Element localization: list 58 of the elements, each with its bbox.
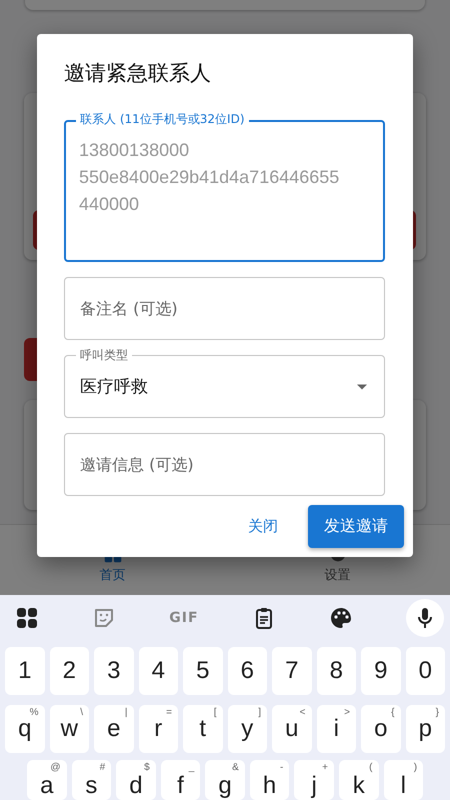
key-hint: \ [80,707,83,719]
key-hint: = [166,707,172,719]
keyboard-key[interactable]: j + [294,760,334,800]
microphone-button[interactable] [406,599,444,637]
keyboard-key[interactable]: 3 [94,647,134,695]
keyboard-key[interactable]: 7 [272,647,312,695]
keyboard-key[interactable]: t [ [183,705,222,753]
input-field[interactable]: 邀请信息 (可选) [64,433,385,496]
key-hint: & [232,762,239,774]
keyboard-key[interactable]: d $ [116,760,156,800]
key-hint: | [124,707,128,719]
keyboard-key[interactable]: 6 [228,647,267,695]
field-label: 呼叫类型 [76,347,132,363]
key-hint: + [322,762,328,774]
field-label: 联系人 (11位手机号或32位ID) [76,111,248,127]
keyboard-key[interactable]: w \ [50,705,89,753]
keyboard-key[interactable]: 8 [316,647,356,695]
close-button[interactable]: 关闭 [240,507,286,546]
keyboard-key[interactable]: 0 [406,647,445,695]
send-invite-button[interactable]: 发送邀请 [308,505,404,548]
key-hint: } [436,707,439,719]
keyboard-key[interactable]: h - [250,760,290,800]
key-hint: % [30,707,38,719]
key-hint: # [100,762,106,774]
key-hint: > [344,707,350,719]
keyboard-key[interactable]: 5 [183,647,222,695]
keyboard-key[interactable]: e | [94,705,134,753]
keyboard-key[interactable]: g & [205,760,245,800]
key-hint: ) [414,762,418,774]
keyboard-key[interactable]: l ) [384,760,424,800]
keyboard-key[interactable]: k ( [338,760,378,800]
keyboard-key[interactable]: p } [406,705,445,753]
keyboard-key[interactable]: f _ [160,760,200,800]
key-hint: _ [188,762,194,774]
key-hint: $ [144,762,150,774]
key-hint: @ [50,762,61,774]
key-hint: { [391,707,394,719]
key-hint: [ [214,707,216,719]
dialog-title: 邀请紧急联系人 [63,60,212,87]
keyboard-key[interactable]: o { [361,705,400,753]
keyboard-key[interactable]: 9 [361,647,400,695]
keyboard-key[interactable]: u < [272,705,312,753]
keyboard-key[interactable]: 4 [138,647,178,695]
key-hint: < [300,707,306,719]
keyboard-key[interactable]: q % [5,705,44,753]
keyboard-key[interactable]: 1 [5,647,44,695]
keyboard-key[interactable]: a @ [27,760,67,800]
input-field[interactable]: 备注名 (可选) [64,277,385,340]
keyboard-key[interactable]: y ] [228,705,267,753]
key-hint: ] [258,707,261,719]
keyboard-key[interactable]: s # [72,760,112,800]
keyboard-key[interactable]: 2 [50,647,89,695]
keyboard-key[interactable]: r = [138,705,178,753]
keyboard-key[interactable]: i > [316,705,356,753]
grid-icon[interactable] [15,606,39,630]
key-hint: - [280,762,284,774]
palette-icon[interactable] [328,606,353,630]
key-hint: ( [369,762,372,774]
